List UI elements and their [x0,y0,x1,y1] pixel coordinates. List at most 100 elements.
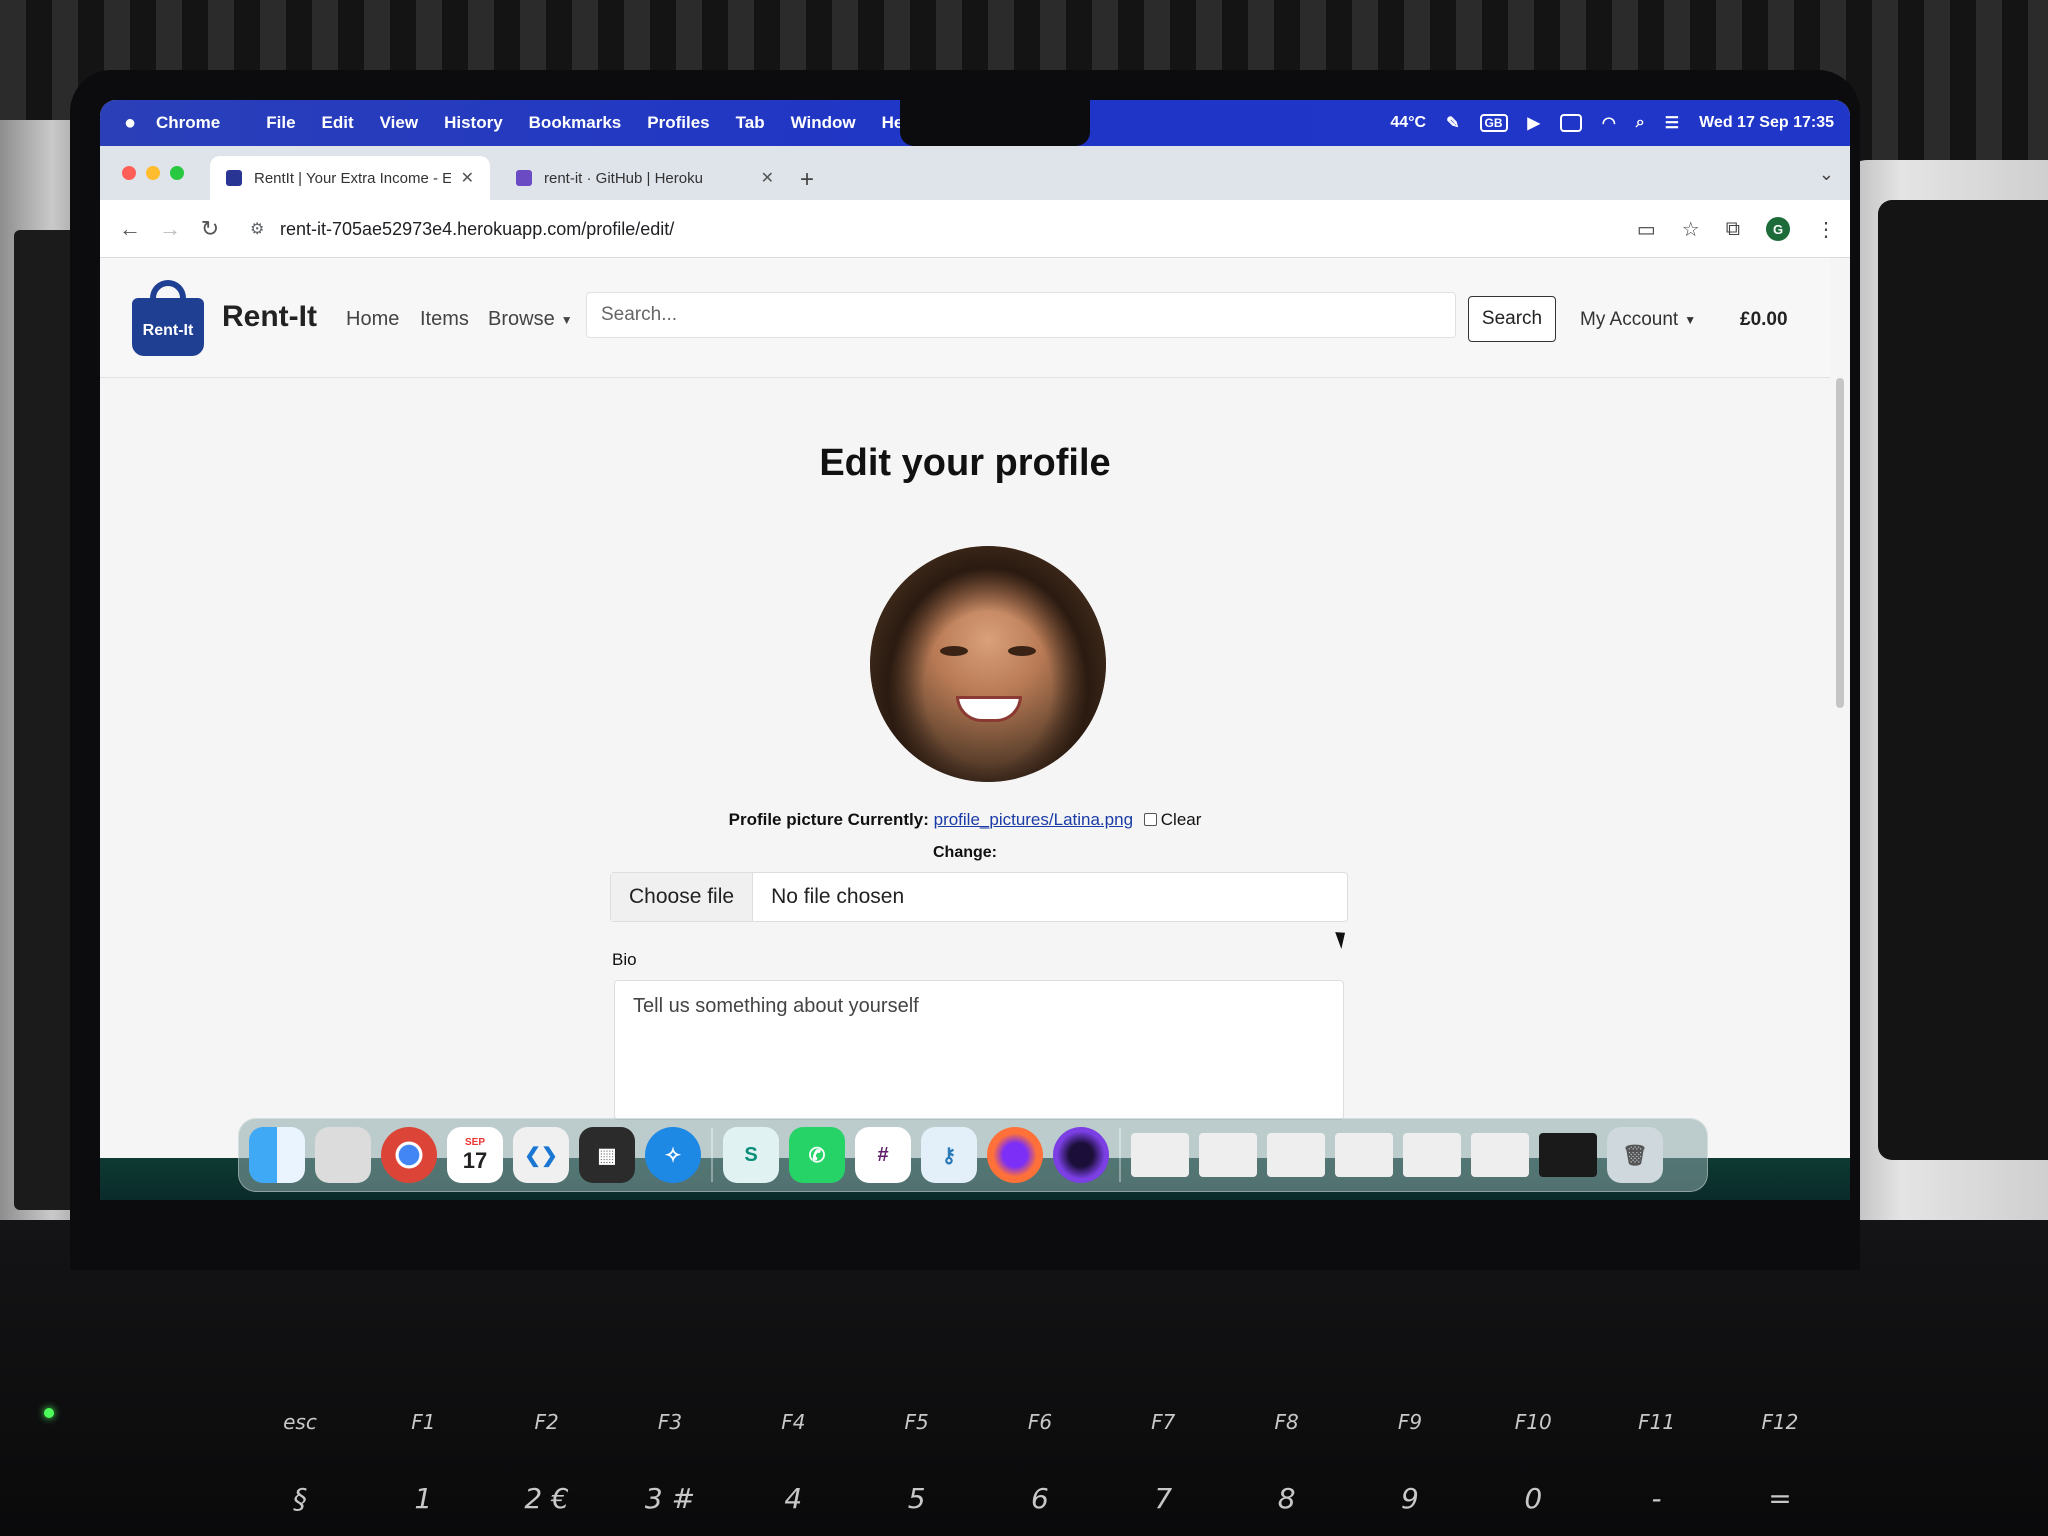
nav-home-link[interactable]: Home [346,308,399,331]
clear-label[interactable]: Clear [1161,810,1202,829]
caret-down-icon: ▼ [1684,312,1697,327]
surfshark-icon[interactable]: S [723,1127,779,1183]
vscode-icon[interactable]: ❮❯ [513,1127,569,1183]
site-search-input[interactable]: Search... [586,292,1456,338]
calendar-icon[interactable]: SEP 17 [447,1127,503,1183]
calculator-icon[interactable]: ▦ [579,1127,635,1183]
safari-icon[interactable]: ✧ [645,1127,701,1183]
slack-icon[interactable]: # [855,1127,911,1183]
browser-toolbar: ← → ↻ ⚙ rent-it-705ae52973e4.herokuapp.c… [100,200,1850,258]
close-tab-icon[interactable]: ✕ [461,168,474,188]
new-tab-button[interactable]: + [800,166,814,194]
key-f11: F11 [1638,1410,1676,1434]
key-number-row: 1 [414,1482,433,1515]
minimized-window-thumbnail[interactable] [1335,1133,1393,1177]
cast-icon[interactable]: ▭ [1637,217,1656,242]
wifi-icon[interactable]: ◠ [1602,113,1616,133]
tab-search-chevron-icon[interactable]: ⌄ [1819,164,1834,185]
chrome-menu-icon[interactable]: ⋮ [1816,217,1836,242]
nav-browse-dropdown[interactable]: Browse ▼ [488,308,573,331]
nav-items-link[interactable]: Items [420,308,469,331]
browser-tab-heroku[interactable]: rent-it · GitHub | Heroku ✕ [500,156,790,200]
profile-picture-link[interactable]: profile_pictures/Latina.png [934,810,1133,829]
my-account-label: My Account [1580,309,1679,330]
extensions-icon[interactable]: ⧉ [1726,218,1740,241]
close-tab-icon[interactable]: ✕ [761,168,774,188]
key-number-row: 5 [907,1482,926,1515]
minimize-window-button[interactable] [146,166,160,180]
battery-icon[interactable] [1559,114,1582,132]
key-number-row: - [1651,1482,1662,1515]
minimized-window-thumbnail[interactable] [1131,1133,1189,1177]
key-number-row: 3 # [644,1482,696,1515]
chrome-icon[interactable] [381,1127,437,1183]
spotlight-search-icon[interactable]: ⌕ [1636,114,1645,132]
menu-bookmarks[interactable]: Bookmarks [529,113,622,133]
profile-avatar[interactable]: G [1766,217,1790,241]
temperature-readout[interactable]: 44°C [1390,114,1426,132]
key-number-row: = [1768,1482,1792,1515]
trash-icon[interactable]: 🗑 [1607,1127,1663,1183]
clear-checkbox[interactable] [1143,813,1157,827]
site-brand[interactable]: Rent-It [222,300,317,334]
minimized-window-thumbnail[interactable] [1267,1133,1325,1177]
key-f9: F9 [1397,1410,1423,1434]
menubar-clock[interactable]: Wed 17 Sep 17:35 [1699,114,1834,132]
menu-app-name[interactable]: Chrome [156,113,220,133]
key-f3: F3 [657,1410,683,1434]
no-file-chosen-text: No file chosen [771,885,905,908]
menubar-status-area: 44°C ✎ GB ▶ ◠ ⌕ ☰ Wed 17 Sep 17:35 [1390,100,1834,146]
keychain-icon[interactable]: ⚷ [921,1127,977,1183]
minimized-window-thumbnail[interactable] [1403,1133,1461,1177]
whatsapp-icon[interactable]: ✆ [789,1127,845,1183]
pen-icon[interactable]: ✎ [1446,113,1459,133]
apple-menu-icon[interactable]: ● [110,112,150,135]
tor-browser-icon[interactable] [1053,1127,1109,1183]
function-key-row: esc F1 F2 F3 F4 F5 F6 F7 F8 F9 F10 F11 F12 [260,1410,1820,1434]
window-controls [122,166,184,180]
firefox-icon[interactable] [987,1127,1043,1183]
profile-picture-label: Profile picture Currently: [728,810,929,829]
choose-file-button[interactable]: Choose file [611,873,754,921]
launchpad-icon[interactable] [315,1127,371,1183]
profile-picture-file-input[interactable]: Choose file No file chosen [610,872,1348,922]
reload-button[interactable]: ↻ [190,216,230,242]
bookmark-star-icon[interactable]: ☆ [1682,217,1700,242]
menu-edit[interactable]: Edit [322,113,354,133]
menu-tab[interactable]: Tab [736,113,765,133]
number-key-row: § 1 2 € 3 # 4 5 6 7 8 9 0 - = [260,1482,1820,1515]
menu-file[interactable]: File [266,113,295,133]
address-bar-url[interactable]: rent-it-705ae52973e4.herokuapp.com/profi… [280,219,674,240]
browser-tab-rentit[interactable]: RentIt | Your Extra Income - E ✕ [210,156,490,200]
mouse-cursor [1335,929,1350,949]
basket-total[interactable]: £0.00 [1740,309,1788,331]
forward-button[interactable]: → [150,216,190,242]
zoom-window-button[interactable] [170,166,184,180]
site-navbar: Rent-It Rent-It Home Items Browse ▼ Searc… [100,258,1830,378]
close-window-button[interactable] [122,166,136,180]
control-center-icon[interactable]: ☰ [1665,113,1679,133]
finder-icon[interactable] [249,1127,305,1183]
menu-profiles[interactable]: Profiles [647,113,709,133]
page-scrollbar[interactable] [1836,378,1844,708]
menu-window[interactable]: Window [791,113,856,133]
macos-menubar: ● Chrome File Edit View History Bookmark… [100,100,1850,146]
rentit-logo[interactable]: Rent-It [132,280,204,358]
my-account-dropdown[interactable]: My Account ▼ [1580,309,1696,331]
address-bar[interactable]: ⚙ rent-it-705ae52973e4.herokuapp.com/pro… [250,209,1640,249]
minimized-window-thumbnail[interactable] [1539,1133,1597,1177]
key-number-row: 7 [1154,1482,1173,1515]
web-page: Rent-It Rent-It Home Items Browse ▼ Searc… [100,258,1850,1158]
rentit-favicon [226,170,242,186]
minimized-window-thumbnail[interactable] [1471,1133,1529,1177]
site-search-button[interactable]: Search [1468,296,1556,342]
menu-view[interactable]: View [380,113,418,133]
play-icon[interactable]: ▶ [1528,113,1540,133]
input-source-badge[interactable]: GB [1479,114,1508,132]
bio-textarea[interactable]: Tell us something about yourself [614,980,1344,1120]
menu-history[interactable]: History [444,113,503,133]
minimized-window-thumbnail[interactable] [1199,1133,1257,1177]
back-button[interactable]: ← [110,216,150,242]
site-info-icon[interactable]: ⚙ [250,219,280,239]
profile-picture-row: Profile picture Currently: profile_pictu… [100,810,1830,830]
